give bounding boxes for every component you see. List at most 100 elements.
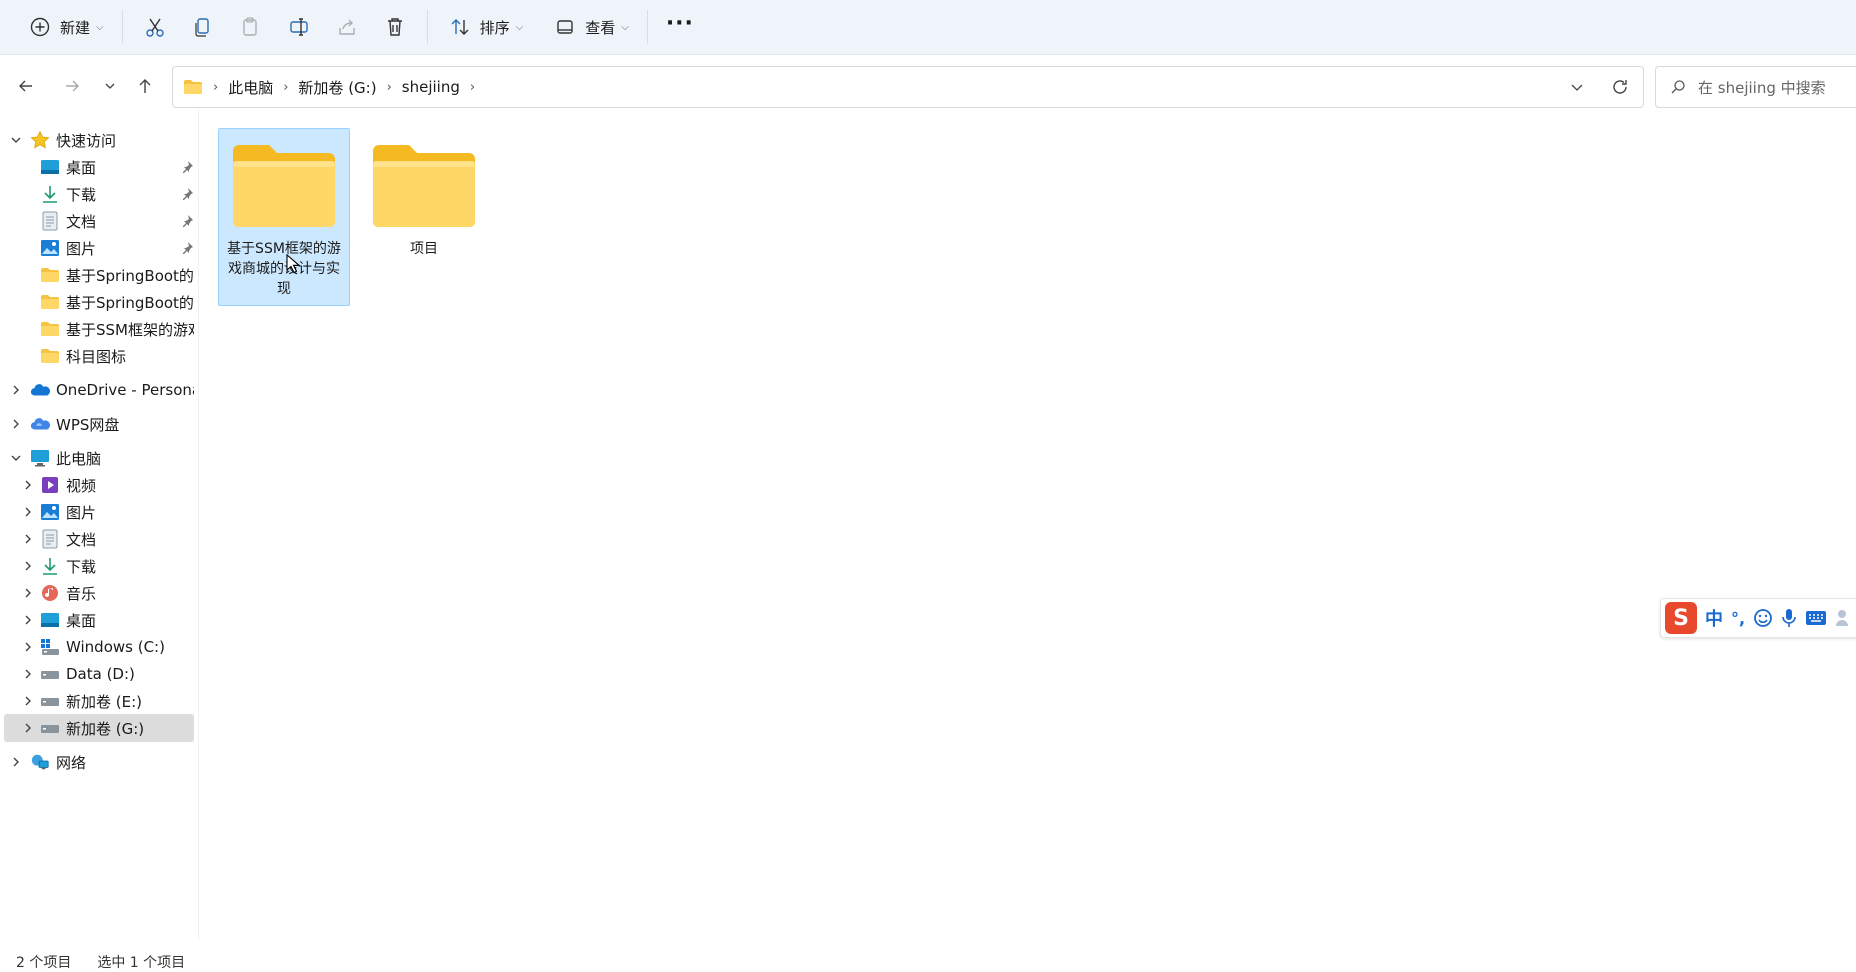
sidebar-item-documents[interactable]: 文档 [4, 207, 194, 235]
delete-button[interactable] [371, 7, 419, 47]
sidebar-item-documents[interactable]: 文档 [4, 525, 194, 553]
pin-icon[interactable] [180, 187, 194, 201]
refresh-button[interactable] [1597, 78, 1643, 96]
ime-mode-toggle[interactable]: 中 [1705, 605, 1723, 631]
chevron-right-icon[interactable] [20, 531, 36, 547]
recent-locations-button[interactable] [96, 72, 124, 100]
chevron-right-icon[interactable] [8, 754, 24, 770]
chevron-right-icon[interactable] [20, 585, 36, 601]
sidebar-item-downloads[interactable]: 下载 [4, 180, 194, 208]
chevron-down-icon [105, 83, 115, 89]
sidebar-item-this-pc[interactable]: 此电脑 [4, 444, 194, 472]
chevron-down-icon[interactable] [8, 132, 24, 148]
mouse-cursor-icon [286, 253, 301, 278]
chevron-right-icon[interactable]: › [283, 80, 288, 95]
breadcrumb-this-pc[interactable]: 此电脑 [228, 77, 273, 98]
ime-punctuation-toggle[interactable]: °, [1731, 609, 1745, 628]
sidebar-item-folder[interactable]: 基于SpringBoot的 [4, 261, 194, 289]
sidebar-item-wps-cloud[interactable]: WPS网盘 [4, 410, 194, 438]
sidebar-item-network[interactable]: 网络 [4, 748, 194, 776]
ime-toolbar[interactable]: S 中 °, [1660, 598, 1856, 638]
folder-icon [183, 79, 203, 95]
new-label: 新建 [60, 18, 91, 37]
pin-icon[interactable] [180, 160, 194, 174]
address-bar[interactable]: › 此电脑 › 新加卷 (G:) › shejiing › [172, 66, 1644, 108]
address-actions [1557, 67, 1643, 107]
video-icon [40, 475, 60, 495]
pin-icon[interactable] [180, 241, 194, 255]
sidebar-item-label: 科目图标 [66, 347, 127, 366]
breadcrumb-drive-g[interactable]: 新加卷 (G:) [298, 77, 376, 98]
sidebar-item-folder[interactable]: 科目图标 [4, 342, 194, 370]
sidebar-item-label: Data (D:) [66, 665, 135, 683]
network-icon [30, 752, 50, 772]
microphone-icon[interactable] [1781, 608, 1797, 628]
chevron-down-icon [1571, 84, 1583, 91]
cut-button[interactable] [131, 7, 179, 47]
sidebar-item-label: 新加卷 (G:) [66, 719, 145, 738]
cloud-icon [30, 380, 50, 400]
sidebar-item-folder[interactable]: 基于SSM框架的游戏 [4, 315, 194, 343]
back-button[interactable] [12, 72, 40, 100]
download-arrow-icon [40, 556, 60, 576]
sidebar-item-folder[interactable]: 基于SpringBoot的 [4, 288, 194, 316]
forward-button[interactable] [58, 72, 86, 100]
chevron-right-icon[interactable] [8, 382, 24, 398]
search-input[interactable]: 在 shejiing 中搜索 [1655, 66, 1856, 108]
chevron-right-icon[interactable] [20, 693, 36, 709]
folder-name: 项目 [410, 241, 438, 257]
rename-button[interactable] [275, 7, 323, 47]
sort-button[interactable]: 排序 ⌵ [436, 7, 534, 47]
scissors-icon [141, 13, 169, 41]
folder-tile-ssm-game-mall[interactable]: 基于SSM框架的游戏商城的设计与实现 [218, 128, 350, 306]
sort-label: 排序 [479, 18, 510, 37]
pane-divider[interactable] [198, 110, 199, 940]
sidebar-item-label: 图片 [66, 503, 97, 522]
keyboard-icon[interactable] [1805, 610, 1827, 626]
sidebar-item-desktop[interactable]: 桌面 [4, 153, 194, 181]
chevron-down-icon[interactable] [8, 450, 24, 466]
share-button[interactable] [323, 7, 371, 47]
chevron-right-icon[interactable] [20, 720, 36, 736]
chevron-right-icon[interactable] [20, 666, 36, 682]
chevron-right-icon[interactable] [20, 504, 36, 520]
new-button[interactable]: 新建 ⌵ [16, 7, 114, 47]
copy-button[interactable] [179, 7, 227, 47]
chevron-right-icon[interactable] [20, 639, 36, 655]
sidebar-item-pictures[interactable]: 图片 [4, 234, 194, 262]
sidebar-item-drive-d[interactable]: Data (D:) [4, 660, 194, 688]
sidebar-item-pictures[interactable]: 图片 [4, 498, 194, 526]
pin-icon[interactable] [180, 214, 194, 228]
chevron-right-icon[interactable]: › [387, 80, 392, 95]
chevron-right-icon[interactable] [20, 612, 36, 628]
drive-icon [40, 664, 60, 684]
up-button[interactable] [131, 72, 159, 100]
sidebar-item-drive-g[interactable]: 新加卷 (G:) [4, 714, 194, 742]
chevron-right-icon[interactable]: › [470, 80, 475, 95]
sidebar-item-desktop[interactable]: 桌面 [4, 606, 194, 634]
sidebar-item-onedrive[interactable]: OneDrive - Persona [4, 376, 194, 404]
paste-button[interactable] [227, 7, 275, 47]
chevron-right-icon[interactable] [20, 558, 36, 574]
breadcrumb-shejiing[interactable]: shejiing [402, 78, 460, 96]
folder-icon [40, 265, 60, 285]
sogou-logo-icon[interactable]: S [1665, 602, 1697, 634]
sidebar-item-quick-access[interactable]: 快速访问 [4, 126, 194, 154]
chevron-right-icon[interactable] [8, 416, 24, 432]
address-history-dropdown[interactable] [1557, 79, 1597, 95]
folder-tile-project[interactable]: 项目 [358, 128, 490, 266]
sidebar-item-videos[interactable]: 视频 [4, 471, 194, 499]
folder-icon [40, 346, 60, 366]
chevron-right-icon[interactable] [20, 477, 36, 493]
emoji-icon[interactable] [1753, 608, 1773, 628]
sidebar-item-downloads[interactable]: 下载 [4, 552, 194, 580]
user-icon[interactable] [1835, 609, 1849, 627]
sidebar-item-drive-e[interactable]: 新加卷 (E:) [4, 687, 194, 715]
chevron-right-icon: › [213, 79, 219, 95]
arrow-up-icon [139, 79, 151, 93]
more-options-button[interactable]: ··· [656, 7, 704, 47]
sidebar-item-drive-c[interactable]: Windows (C:) [4, 633, 194, 661]
view-button[interactable]: 查看 ⌵ [541, 7, 639, 47]
sidebar-item-music[interactable]: 音乐 [4, 579, 194, 607]
sidebar-item-label: 下载 [66, 185, 97, 204]
